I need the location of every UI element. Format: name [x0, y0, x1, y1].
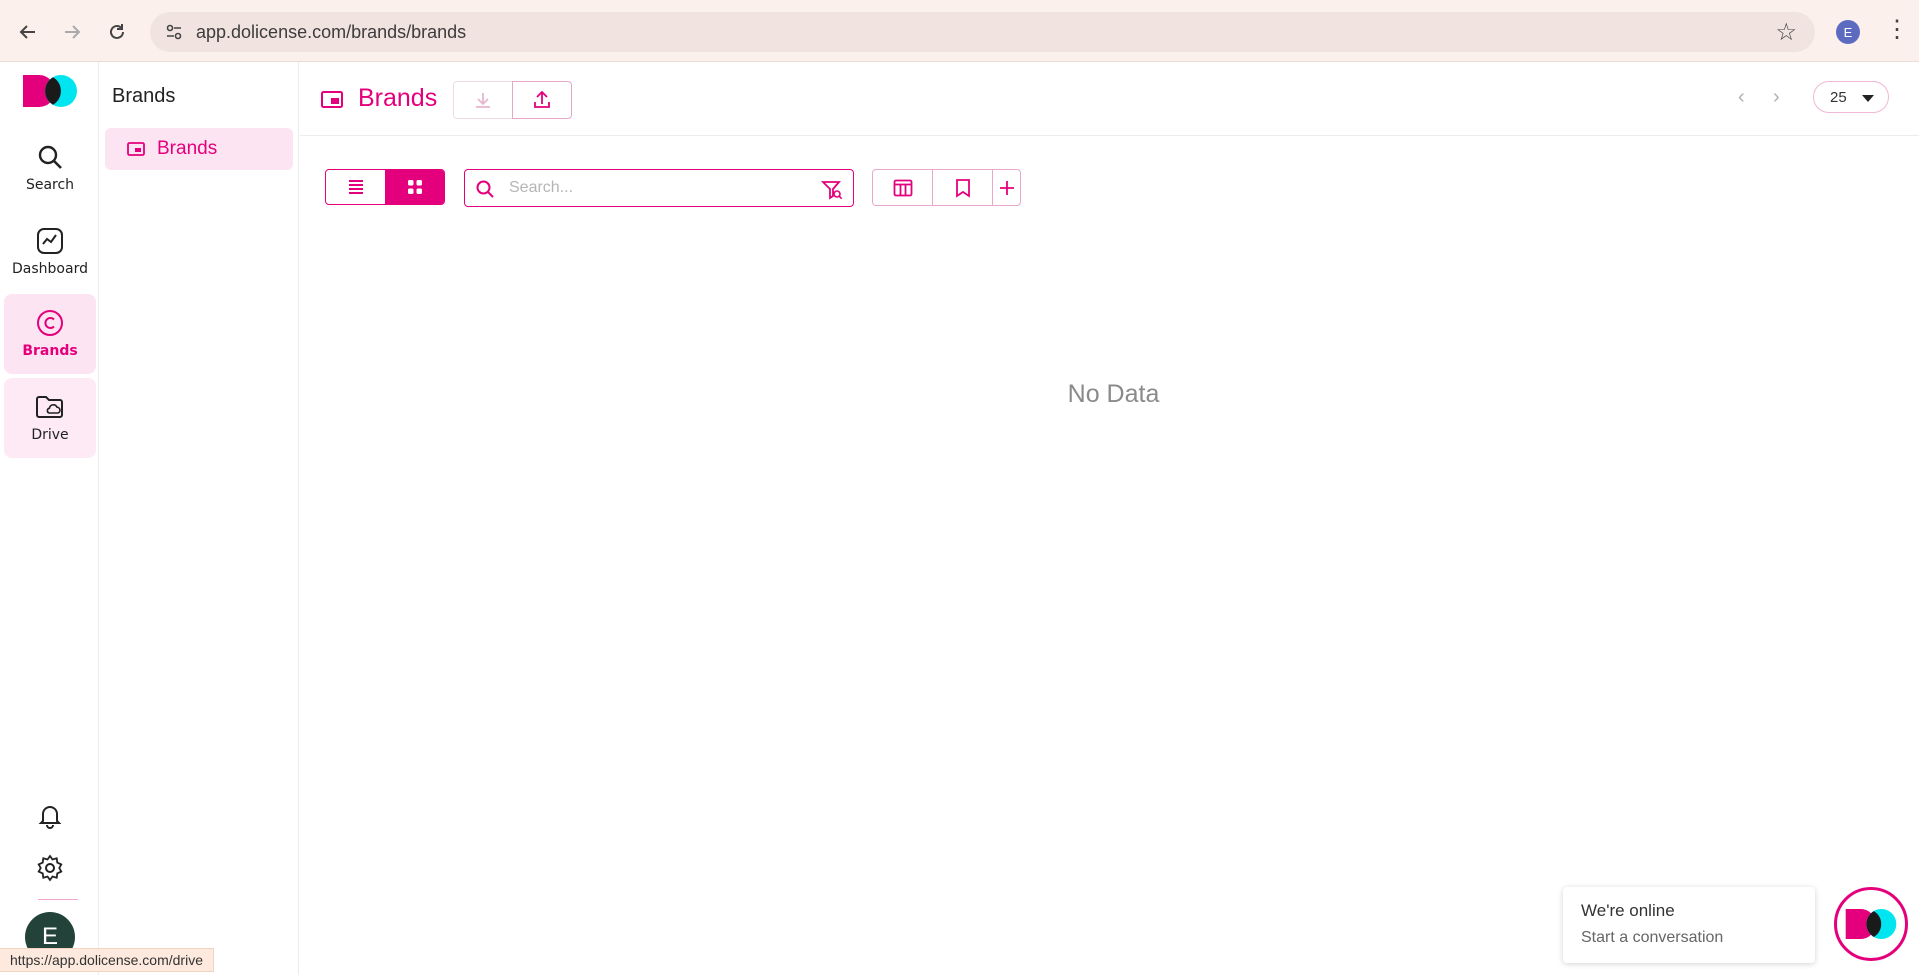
- empty-state: No Data: [300, 380, 1919, 409]
- url-text: app.dolicense.com/brands/brands: [196, 22, 467, 42]
- rail-item-label: Dashboard: [12, 261, 88, 277]
- view-toggle: [325, 169, 445, 205]
- columns-button[interactable]: [873, 170, 933, 205]
- search-icon: [476, 180, 494, 198]
- prev-page-icon[interactable]: ‹: [1738, 86, 1745, 109]
- bookmark-icon: [955, 178, 970, 198]
- forward-button[interactable]: [56, 16, 88, 48]
- export-button[interactable]: [512, 81, 572, 119]
- chat-subtitle: Start a conversation: [1581, 929, 1724, 946]
- download-icon: [476, 93, 490, 108]
- reload-button[interactable]: [101, 16, 133, 48]
- picture-in-picture-icon: [321, 91, 343, 108]
- folder-cloud-icon: [36, 396, 63, 418]
- rail-item-brands[interactable]: Brands: [4, 294, 96, 374]
- page-size-value: 25: [1830, 88, 1847, 106]
- arrow-left-icon: [19, 25, 35, 39]
- rail-item-label: Brands: [22, 343, 78, 359]
- gear-icon[interactable]: [36, 854, 64, 882]
- rail-item-label: Search: [25, 177, 75, 193]
- secondary-sidebar: Brands Brands: [99, 62, 299, 975]
- upload-icon: [534, 90, 550, 108]
- view-tools-group: [872, 169, 1021, 206]
- caret-down-icon: [1862, 95, 1874, 102]
- search-box: [464, 169, 854, 207]
- arrow-right-icon: [65, 25, 81, 39]
- address-bar[interactable]: app.dolicense.com/brands/brands ☆: [150, 12, 1815, 52]
- page-title: Brands: [358, 84, 438, 112]
- page-size-select[interactable]: 25: [1813, 81, 1889, 113]
- app-logo[interactable]: [23, 75, 77, 107]
- search-input[interactable]: [509, 176, 809, 200]
- browser-toolbar: app.dolicense.com/brands/brands ☆ E ⋮: [0, 0, 1919, 62]
- picture-in-picture-icon: [127, 142, 145, 156]
- page-header: Brands ‹ › 25: [300, 62, 1919, 136]
- import-button[interactable]: [453, 81, 513, 119]
- filter-search-icon[interactable]: [821, 179, 843, 201]
- bell-icon[interactable]: [36, 802, 64, 830]
- rail-item-dashboard[interactable]: Dashboard: [4, 212, 96, 292]
- browser-profile-avatar[interactable]: E: [1836, 20, 1860, 44]
- search-icon: [38, 145, 62, 169]
- sidebar-title: Brands: [112, 85, 176, 107]
- chat-logo-icon: [1845, 909, 1897, 939]
- sidebar-item-brands[interactable]: Brands: [105, 128, 293, 170]
- columns-icon: [893, 179, 912, 196]
- grid-icon: [407, 180, 422, 194]
- list-icon: [348, 180, 363, 194]
- rail-item-drive[interactable]: Drive: [4, 378, 96, 458]
- back-button[interactable]: [12, 16, 44, 48]
- reload-icon: [110, 24, 124, 39]
- grid-view-button[interactable]: [385, 170, 444, 204]
- site-settings-icon[interactable]: [164, 22, 184, 42]
- plus-icon: [999, 180, 1014, 195]
- saved-views-button[interactable]: [933, 170, 993, 205]
- chart-icon: [37, 228, 63, 254]
- link-status-bar: https://app.dolicense.com/drive: [0, 948, 214, 972]
- next-page-icon[interactable]: ›: [1773, 86, 1780, 109]
- empty-state-text: No Data: [1067, 380, 1160, 408]
- list-view-button[interactable]: [326, 170, 385, 204]
- chat-title: We're online: [1581, 901, 1675, 920]
- browser-menu-icon[interactable]: ⋮: [1885, 16, 1909, 44]
- sidebar-item-label: Brands: [157, 138, 218, 159]
- bookmark-star-icon[interactable]: ☆: [1775, 18, 1797, 47]
- rail-item-label: Drive: [31, 427, 69, 443]
- chat-launcher-button[interactable]: [1834, 887, 1908, 961]
- rail-divider: [38, 899, 78, 900]
- chat-greeting[interactable]: We're online Start a conversation: [1563, 887, 1815, 963]
- main-content: Brands ‹ › 25 Search... No Data: [300, 62, 1919, 975]
- rail-item-search[interactable]: Search: [4, 128, 96, 208]
- app-rail: Search Dashboard Brands Drive E: [0, 62, 99, 975]
- add-button[interactable]: [993, 170, 1020, 205]
- copyright-icon: [37, 310, 63, 336]
